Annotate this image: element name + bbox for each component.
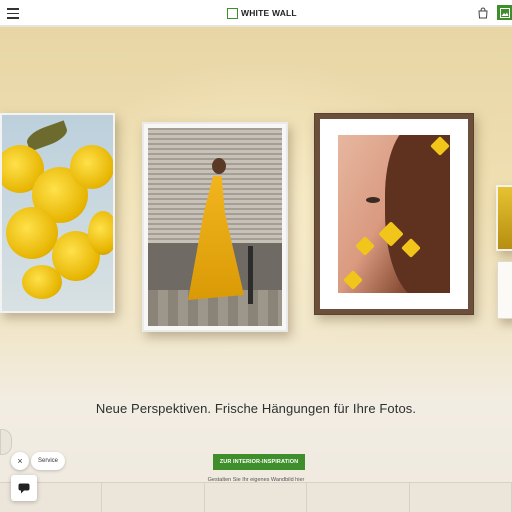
hair-shape <box>385 135 450 293</box>
wall-picture-partial-white <box>497 261 512 319</box>
wall-picture-yellow-flowers <box>0 113 115 313</box>
blossom-shape <box>22 265 62 299</box>
close-icon: × <box>17 456 23 466</box>
eye-shape <box>366 197 380 203</box>
blossom-shape <box>70 145 113 189</box>
interior-inspiration-button[interactable]: ZUR INTERIOR-INSPIRATION <box>213 454 305 470</box>
wall-picture-woman-yellow-dress <box>142 122 288 332</box>
flower-shape <box>355 236 375 256</box>
sideboard <box>0 482 512 512</box>
wall-picture-partial-yellow <box>496 185 512 251</box>
service-label-button[interactable]: Service <box>31 452 66 470</box>
blossom-shape <box>6 207 58 259</box>
bollard <box>248 246 253 304</box>
figure-head <box>212 158 226 174</box>
hamburger-menu-icon[interactable] <box>7 8 19 19</box>
gallery-button[interactable] <box>497 5 512 20</box>
blossom-shape <box>88 211 113 255</box>
chat-bubble-icon <box>18 483 30 493</box>
logo-text: WHITE WALL <box>241 8 297 18</box>
service-close-button[interactable]: × <box>11 452 29 470</box>
chat-button[interactable] <box>11 475 37 501</box>
logo[interactable]: WHITE WALL <box>227 6 297 20</box>
hero-headline: Neue Perspektiven. Frische Hängungen für… <box>95 401 417 416</box>
logo-square-icon <box>227 7 238 19</box>
image-gallery-icon <box>499 7 510 18</box>
hero-banner[interactable] <box>0 27 512 512</box>
lamp-shape <box>0 429 12 455</box>
shopping-bag-icon[interactable] <box>477 7 489 19</box>
site-header: WHITE WALL <box>0 0 512 26</box>
hero-subline[interactable]: Gestalten Sie Ihr eigenes Wandbild hier <box>0 477 512 483</box>
wall-picture-portrait-flowers <box>314 113 474 315</box>
flower-shape <box>343 270 363 290</box>
